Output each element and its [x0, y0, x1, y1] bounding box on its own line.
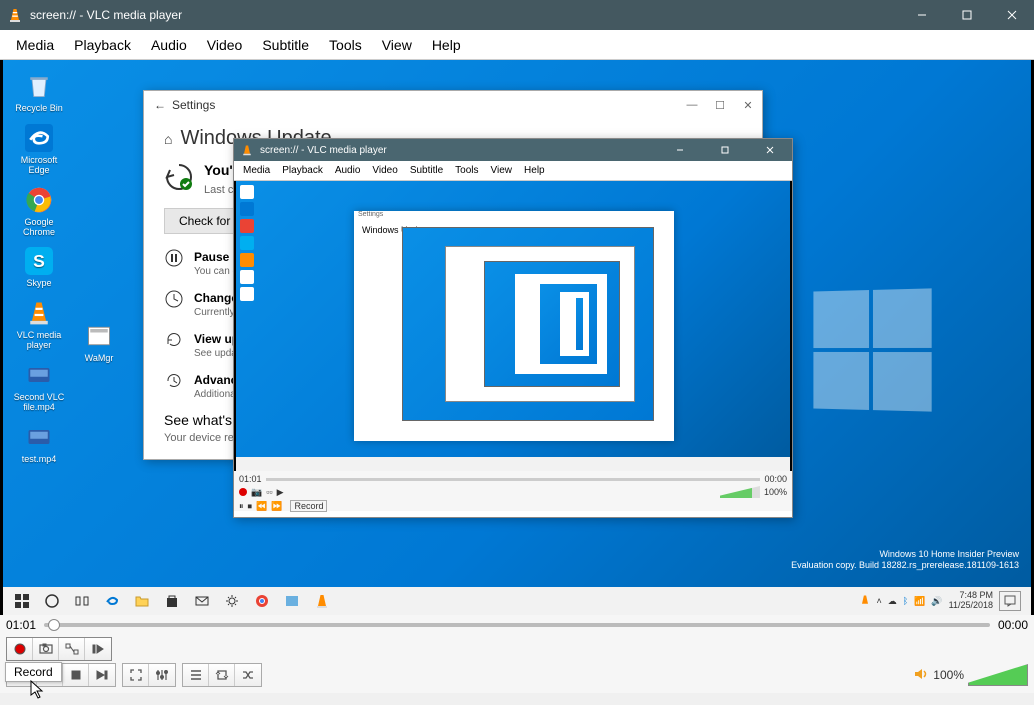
menu-audio[interactable]: Audio [141, 32, 197, 58]
close-button[interactable] [989, 0, 1034, 30]
desktop-icon-file1[interactable]: Second VLC file.mp4 [13, 359, 65, 413]
desktop-icon-skype[interactable]: SSkype [13, 245, 65, 289]
svg-text:S: S [33, 252, 45, 272]
taskview-icon[interactable] [67, 589, 97, 613]
stop-button[interactable] [63, 664, 89, 686]
shuffle-button[interactable] [235, 664, 261, 686]
seek-handle[interactable] [48, 619, 60, 631]
windows-watermark: Windows 10 Home Insider Preview Evaluati… [791, 549, 1019, 572]
desktop-icon-vlc[interactable]: VLC media player [13, 297, 65, 351]
playlist-button[interactable] [183, 664, 209, 686]
taskbar-mail-icon[interactable] [187, 589, 217, 613]
tray-wifi-icon[interactable]: 📶 [914, 596, 925, 607]
vlc-cone-icon [7, 7, 23, 23]
recursion-tunnel: Settings Windows Update [354, 211, 674, 441]
menu-help[interactable]: Help [422, 32, 471, 58]
taskbar-app-icon[interactable] [277, 589, 307, 613]
fullscreen-button[interactable] [123, 664, 149, 686]
window-title: screen:// - VLC media player [30, 8, 899, 22]
elapsed-time: 01:01 [6, 618, 36, 632]
taskbar-chrome-icon[interactable] [247, 589, 277, 613]
maximize-button[interactable] [944, 0, 989, 30]
menu-view[interactable]: View [372, 32, 422, 58]
menubar: Media Playback Audio Video Subtitle Tool… [0, 30, 1034, 60]
taskbar-settings-icon[interactable] [217, 589, 247, 613]
desktop-icon-wamgr[interactable]: WaMgr [73, 320, 125, 364]
settings-close-icon[interactable]: ✕ [734, 99, 762, 112]
nested-close-button[interactable] [747, 139, 792, 161]
taskbar-clock[interactable]: 7:48 PM 11/25/2018 [949, 591, 993, 611]
desktop-icon-chrome[interactable]: Google Chrome [13, 184, 65, 238]
history-icon [164, 330, 184, 350]
desktop-icons: Recycle Bin Microsoft Edge Google Chrome… [13, 70, 65, 465]
nested-volume-icon[interactable] [720, 486, 760, 498]
loop-button[interactable] [209, 664, 235, 686]
minimize-button[interactable] [899, 0, 944, 30]
remaining-time: 00:00 [998, 618, 1028, 632]
update-status-icon [164, 162, 194, 192]
tray-bluetooth-icon[interactable]: ᛒ [903, 596, 908, 606]
advanced-icon [164, 371, 184, 391]
tray-onedrive-icon[interactable]: ☁ [888, 596, 897, 607]
frame-step-button[interactable] [85, 638, 111, 660]
menu-video[interactable]: Video [197, 32, 253, 58]
desktop-icon-file2[interactable]: test.mp4 [13, 421, 65, 465]
desktop-icons-col2: WaMgr [73, 320, 125, 364]
next-button[interactable] [89, 664, 115, 686]
titlebar: screen:// - VLC media player [0, 0, 1034, 30]
video-area: Recycle Bin Microsoft Edge Google Chrome… [0, 60, 1034, 615]
desktop-icon-edge[interactable]: Microsoft Edge [13, 122, 65, 176]
volume-slider[interactable] [968, 664, 1028, 686]
volume-label: 100% [933, 668, 964, 682]
snapshot-button[interactable] [33, 638, 59, 660]
taskbar-vlc-icon[interactable] [307, 589, 337, 613]
menu-tools[interactable]: Tools [319, 32, 372, 58]
settings-titlebar: ← Settings — ☐ ✕ [144, 91, 762, 119]
tray-up-icon[interactable]: ˄ [877, 596, 882, 606]
nested-desktop-icons [240, 185, 254, 301]
start-button[interactable] [7, 589, 37, 613]
settings-maximize-icon[interactable]: ☐ [706, 99, 734, 112]
taskbar-explorer-icon[interactable] [127, 589, 157, 613]
seek-bar[interactable]: 01:01 00:00 [0, 615, 1034, 635]
nested-minimize-button[interactable] [657, 139, 702, 161]
record-tooltip: Record [5, 662, 62, 682]
menu-media[interactable]: Media [6, 32, 64, 58]
system-tray: ˄ ☁ ᛒ 📶 🔊 7:48 PM 11/25/2018 [859, 591, 1028, 611]
taskbar-store-icon[interactable] [157, 589, 187, 613]
tray-vlc-icon[interactable] [859, 594, 871, 608]
vlc-cone-icon [241, 144, 253, 156]
taskbar-edge-icon[interactable] [97, 589, 127, 613]
pause-icon [164, 248, 184, 268]
nested-vlc-window: screen:// - VLC media player Media Playb… [233, 138, 793, 518]
menu-subtitle[interactable]: Subtitle [252, 32, 319, 58]
atob-loop-button[interactable] [59, 638, 85, 660]
action-center-icon[interactable] [999, 591, 1021, 611]
windows-logo [811, 290, 931, 410]
nested-maximize-button[interactable] [702, 139, 747, 161]
tray-volume-icon[interactable]: 🔊 [931, 596, 942, 607]
record-button[interactable]: Record [7, 638, 33, 660]
clock-icon [164, 289, 184, 309]
settings-minimize-icon[interactable]: — [678, 99, 706, 111]
menu-playback[interactable]: Playback [64, 32, 141, 58]
settings-title: Settings [172, 98, 215, 112]
controls: Record 100% [0, 635, 1034, 693]
seek-track[interactable] [44, 623, 990, 627]
extended-settings-button[interactable] [149, 664, 175, 686]
desktop-capture: Recycle Bin Microsoft Edge Google Chrome… [3, 60, 1031, 615]
mute-button[interactable] [913, 666, 929, 685]
cortana-icon[interactable] [37, 589, 67, 613]
desktop-icon-recycle-bin[interactable]: Recycle Bin [13, 70, 65, 114]
nested-record-icon[interactable] [239, 488, 247, 496]
taskbar: ˄ ☁ ᛒ 📶 🔊 7:48 PM 11/25/2018 [3, 587, 1031, 615]
